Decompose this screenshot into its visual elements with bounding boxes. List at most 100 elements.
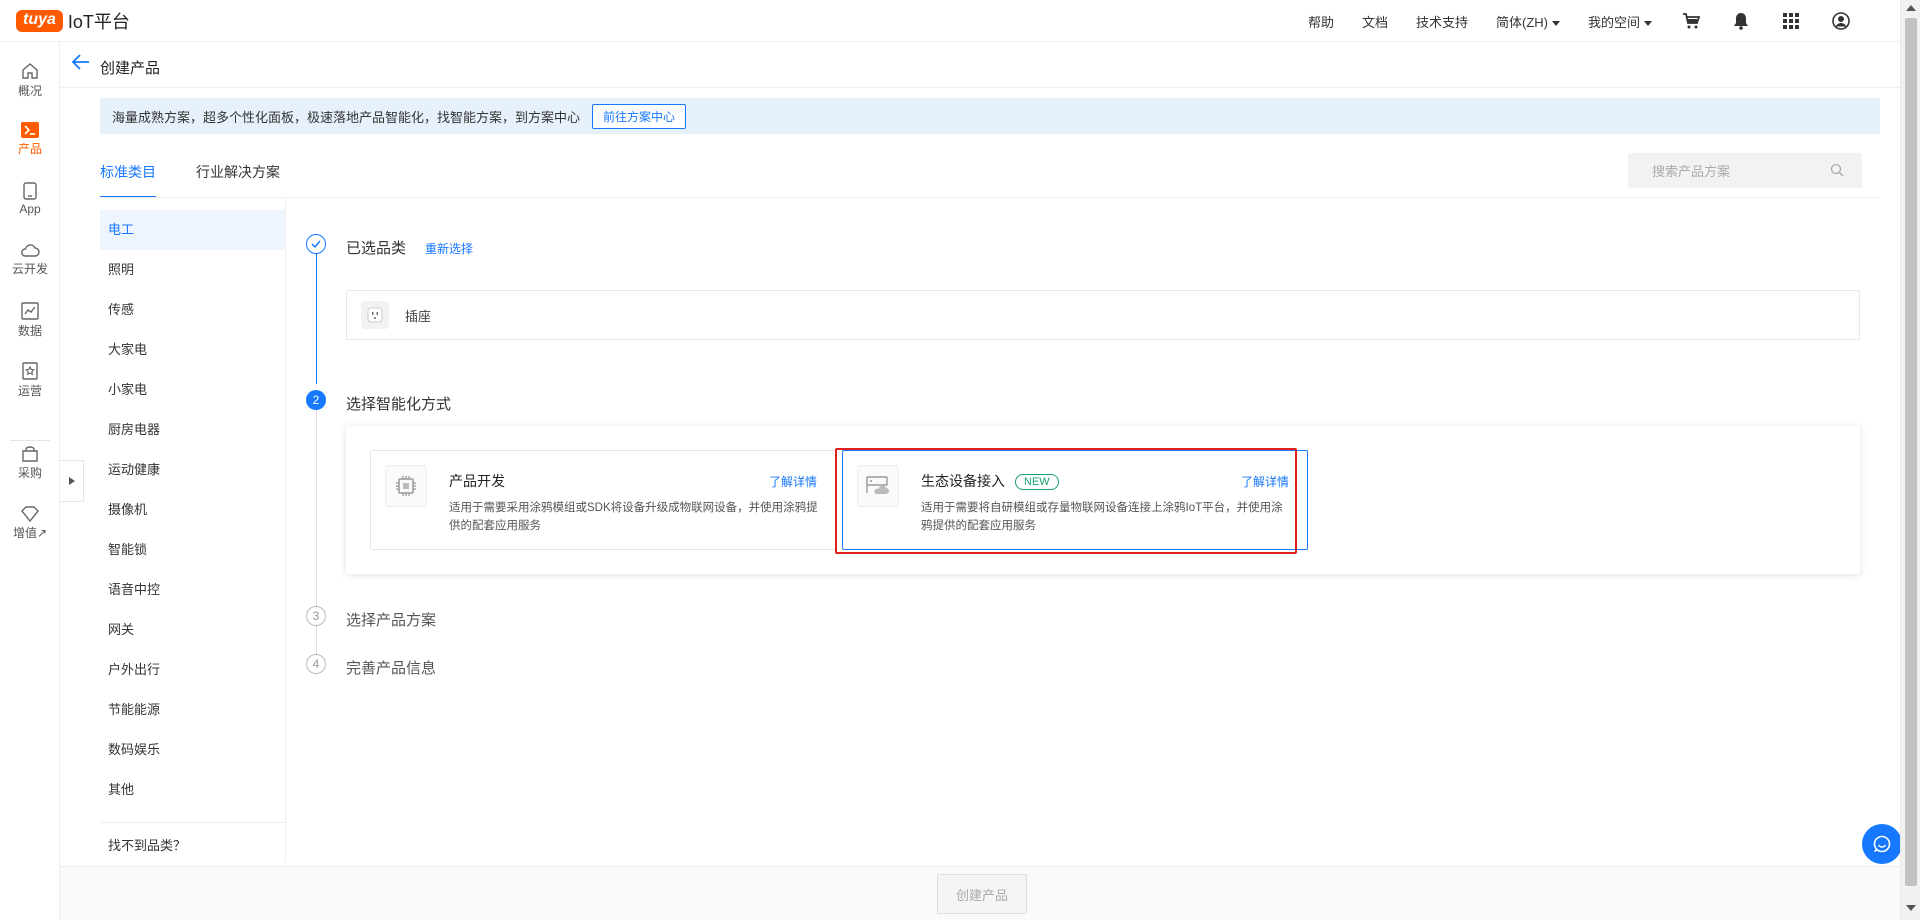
help-chat-button[interactable]	[1862, 824, 1902, 864]
step2-title: 选择智能化方式	[346, 396, 452, 413]
page-header: 创建产品	[60, 42, 1900, 88]
sidebar-item-overview[interactable]: 概况	[0, 62, 60, 99]
sidebar-item-label: 增值↗	[12, 526, 48, 540]
learn-more-link[interactable]: 了解详情	[769, 473, 817, 490]
logo-badge: tuya	[16, 10, 63, 32]
my-space-dropdown[interactable]: 我的空间	[1588, 12, 1652, 31]
category-item-small-appliance[interactable]: 小家电	[100, 370, 285, 410]
cart-icon[interactable]	[1680, 10, 1702, 32]
logo-text: IoT平台	[67, 12, 130, 32]
caret-right-icon	[68, 477, 75, 485]
sidebar-item-label: 云开发	[11, 262, 48, 276]
method-title: 产品开发	[449, 473, 505, 489]
support-link[interactable]: 技术支持	[1416, 12, 1468, 31]
page-scrollbar[interactable]	[1900, 0, 1920, 920]
sidebar-divider	[10, 440, 50, 441]
sidebar-item-label: App	[19, 202, 41, 216]
selected-category-card: 插座	[346, 290, 1860, 340]
method-description: 适用于需要将自研模组或存量物联网设备连接上涂鸦IoT平台，并使用涂鸦提供的配套应…	[921, 502, 1283, 532]
category-item-voice[interactable]: 语音中控	[100, 570, 285, 610]
method-title: 生态设备接入 NEW	[921, 471, 1059, 491]
cloud-icon	[21, 244, 40, 257]
badge-icon	[22, 362, 38, 380]
scroll-down-icon[interactable]	[1906, 905, 1916, 911]
step-connector	[316, 410, 317, 610]
diamond-icon	[21, 506, 39, 522]
category-item-gateway[interactable]: 网关	[100, 610, 285, 650]
tab-standard-category[interactable]: 标准类目	[100, 150, 156, 198]
category-tabs: 标准类目 行业解决方案	[100, 150, 280, 198]
selected-category-label: 插座	[405, 308, 432, 324]
category-item-health[interactable]: 运动健康	[100, 450, 285, 490]
category-not-found-link[interactable]: 找不到品类？	[100, 822, 286, 866]
tabs-divider	[100, 197, 1880, 198]
step2-number: 2	[306, 390, 326, 410]
step-connector	[316, 626, 317, 656]
sidebar-item-product[interactable]: 产品	[0, 122, 60, 157]
sidebar-item-label: 产品	[17, 142, 42, 156]
top-bar: tuya IoT平台 帮助 文档 技术支持 简体(ZH) 我的空间	[0, 0, 1900, 42]
search-icon[interactable]	[1830, 163, 1844, 180]
sidebar-item-label: 数据	[17, 324, 42, 338]
bell-icon[interactable]	[1730, 10, 1752, 32]
left-sidebar: 概况 产品 App 云开发 数据 运营 采购 增值↗	[0, 42, 60, 920]
method-card-ecosystem-access[interactable]: 生态设备接入 NEW 了解详情 适用于需要将自研模组或存量物联网设备连接上涂鸦Io…	[842, 450, 1308, 550]
category-list-spacer	[100, 198, 285, 210]
sidebar-item-operation[interactable]: 运营	[0, 362, 60, 399]
reselect-link[interactable]: 重新选择	[425, 240, 473, 257]
step4-number: 4	[306, 654, 326, 674]
page-title: 创建产品	[100, 60, 161, 77]
scroll-up-icon[interactable]	[1906, 5, 1916, 11]
sidebar-item-cloud-dev[interactable]: 云开发	[0, 242, 60, 277]
method-panel: 产品开发 了解详情 适用于需要采用涂鸦模组或SDK将设备升级成物联网设备，并使用…	[346, 426, 1860, 574]
sidebar-item-data[interactable]: 数据	[0, 302, 60, 339]
category-item-large-appliance[interactable]: 大家电	[100, 330, 285, 370]
apps-grid-icon[interactable]	[1780, 10, 1802, 32]
category-item-kitchen[interactable]: 厨房电器	[100, 410, 285, 450]
tab-industry-solution[interactable]: 行业解决方案	[196, 150, 280, 198]
chart-icon	[21, 302, 39, 320]
language-dropdown[interactable]: 简体(ZH)	[1496, 12, 1560, 31]
bottom-action-bar: 创建产品	[60, 866, 1900, 920]
sidebar-item-app[interactable]: App	[0, 182, 60, 216]
solution-center-button[interactable]: 前往方案中心	[592, 103, 687, 129]
category-item-electrical[interactable]: 电工	[100, 210, 285, 250]
cloud-device-icon	[857, 465, 899, 507]
caret-down-icon	[1551, 20, 1560, 26]
method-card-product-dev[interactable]: 产品开发 了解详情 适用于需要采用涂鸦模组或SDK将设备升级成物联网设备，并使用…	[370, 450, 836, 550]
back-arrow-icon[interactable]	[71, 54, 90, 73]
category-item-other[interactable]: 其他	[100, 770, 285, 810]
category-list: 电工 照明 传感 大家电 小家电 厨房电器 运动健康 摄像机 智能锁 语音中控 …	[100, 198, 286, 862]
language-label: 简体(ZH)	[1495, 14, 1548, 30]
shop-icon	[22, 446, 38, 462]
step-done-icon	[306, 234, 326, 254]
user-avatar-icon[interactable]	[1830, 10, 1852, 32]
sidebar-item-label: 采购	[17, 466, 42, 480]
category-item-camera[interactable]: 摄像机	[100, 490, 285, 530]
category-item-outdoor[interactable]: 户外出行	[100, 650, 285, 690]
docs-link[interactable]: 文档	[1362, 12, 1388, 31]
category-item-sensor[interactable]: 传感	[100, 290, 285, 330]
scroll-thumb[interactable]	[1905, 18, 1917, 886]
category-item-lighting[interactable]: 照明	[100, 250, 285, 290]
chat-icon	[1873, 835, 1891, 853]
create-product-button[interactable]: 创建产品	[937, 874, 1027, 914]
help-link[interactable]: 帮助	[1308, 12, 1334, 31]
category-item-energy[interactable]: 节能能源	[100, 690, 285, 730]
chip-icon	[385, 465, 427, 507]
learn-more-link[interactable]: 了解详情	[1241, 473, 1289, 490]
sidebar-expand-toggle[interactable]	[60, 460, 84, 502]
step1-title: 已选品类	[346, 240, 407, 257]
search-input[interactable]: 搜索产品方案	[1628, 153, 1862, 188]
sidebar-item-purchase[interactable]: 采购	[0, 446, 60, 481]
step-connector	[316, 254, 317, 384]
category-item-digital[interactable]: 数码娱乐	[100, 730, 285, 770]
step4-title: 完善产品信息	[346, 660, 437, 677]
home-icon	[22, 63, 38, 79]
top-nav: 帮助 文档 技术支持 简体(ZH) 我的空间	[1308, 0, 1852, 42]
solution-banner: 海量成熟方案，超多个性化面板，极速落地产品智能化，找智能方案，到方案中心 前往方…	[100, 98, 1880, 134]
logo[interactable]: tuya IoT平台	[16, 8, 130, 34]
category-item-lock[interactable]: 智能锁	[100, 530, 285, 570]
caret-down-icon	[1644, 20, 1652, 26]
sidebar-item-value-added[interactable]: 增值↗	[0, 506, 60, 541]
